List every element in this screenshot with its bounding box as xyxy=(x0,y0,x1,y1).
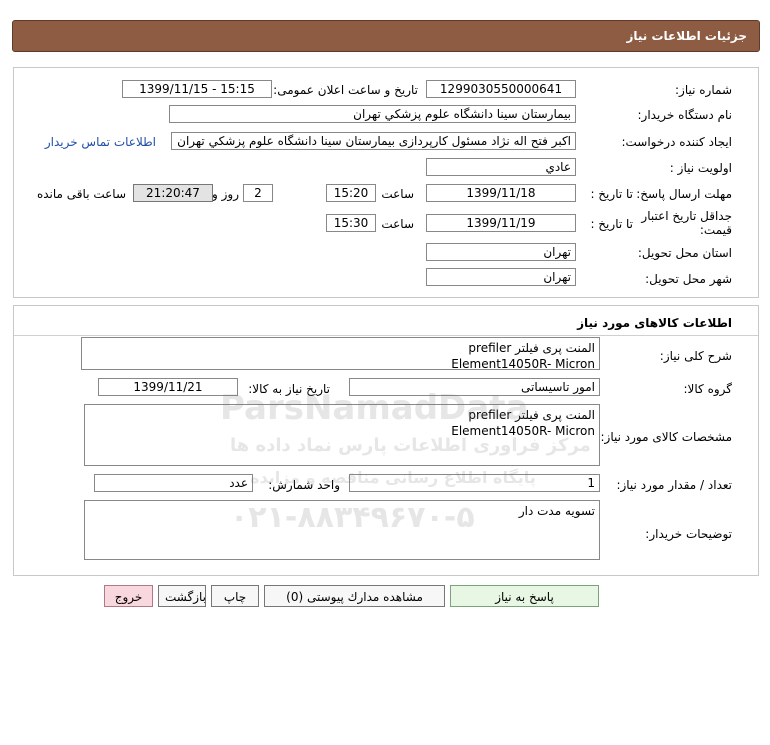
page-title: جزئيات اطلاعات نياز xyxy=(626,29,747,43)
goods-group-label: گروه كالا: xyxy=(683,382,733,396)
print-button[interactable]: چاپ xyxy=(211,585,259,607)
validity-date-field: 1399/11/19 xyxy=(426,214,576,232)
goods-specs-field: المنت پری فیلتر prefiler Element14050R- … xyxy=(84,404,600,466)
back-button[interactable]: بازگشت xyxy=(158,585,206,607)
delivery-province-label: استان محل تحويل: xyxy=(637,246,732,260)
quantity-label: تعداد / مقدار مورد نياز: xyxy=(616,478,732,492)
respond-button[interactable]: پاسخ به نياز xyxy=(450,585,599,607)
requester-label: ايجاد كننده درخواست: xyxy=(621,135,732,149)
validity-until-label: تا تاريخ : xyxy=(590,217,633,231)
need-date-label: تاريخ نياز به كالا: xyxy=(248,382,330,396)
unit-label: واحد شمارش: xyxy=(268,478,340,492)
need-number-label: شماره نياز: xyxy=(675,83,732,97)
buyer-contact-link[interactable]: اطلاعات تماس خريدار xyxy=(45,135,156,149)
exit-button[interactable]: خروج xyxy=(104,585,153,607)
validity-label-line2: قيمت: xyxy=(699,223,732,237)
view-attachments-button[interactable]: مشاهده مدارك پيوستی (0) xyxy=(264,585,445,607)
remaining-days-field: 2 xyxy=(243,184,273,202)
announce-datetime-field: 1399/11/15 - 15:15 xyxy=(122,80,272,98)
buyer-notes-label: توضيحات خريدار: xyxy=(645,527,732,541)
validity-label-line1: جداقل تاريخ اعتبار xyxy=(641,209,732,223)
goods-specs-label: مشخصات كالای مورد نياز: xyxy=(600,430,732,444)
days-and-label: روز و xyxy=(212,187,239,201)
goods-panel: اطلاعات كالاهای مورد نياز شرح كلی نياز: … xyxy=(13,305,759,576)
delivery-city-field: تهران xyxy=(426,268,576,286)
delivery-city-label: شهر محل تحويل: xyxy=(645,272,732,286)
buyer-notes-field: تسويه مدت دار xyxy=(84,500,600,560)
need-summary-label: شرح كلی نياز: xyxy=(659,349,732,363)
buyer-org-field: بيمارستان سينا دانشگاه علوم پزشكي تهران xyxy=(169,105,576,123)
deadline-date-field: 1399/11/18 xyxy=(426,184,576,202)
priority-field: عادي xyxy=(426,158,576,176)
unit-field: عدد xyxy=(94,474,253,492)
need-date-field: 1399/11/21 xyxy=(98,378,238,396)
priority-label: اولويت نياز : xyxy=(669,161,732,175)
deadline-label: مهلت ارسال پاسخ: xyxy=(636,187,732,201)
deadline-until-label: تا تاريخ : xyxy=(590,187,633,201)
page-header: جزئيات اطلاعات نياز xyxy=(12,20,760,52)
remaining-time-field: 21:20:47 xyxy=(133,184,213,202)
buyer-org-label: نام دستگاه خريدار: xyxy=(637,108,733,122)
quantity-field: 1 xyxy=(349,474,600,492)
goods-group-field: امور تاسيساتی xyxy=(349,378,600,396)
remaining-hours-label: ساعت باقی مانده xyxy=(36,187,126,201)
need-number-field: 1299030550000641 xyxy=(426,80,576,98)
need-details-panel: شماره نياز: 1299030550000641 تاريخ و ساع… xyxy=(13,67,759,298)
validity-time-label: ساعت xyxy=(381,217,414,231)
deadline-time-field: 15:20 xyxy=(326,184,376,202)
validity-time-field: 15:30 xyxy=(326,214,376,232)
section-divider xyxy=(14,335,758,336)
requester-field: اكبر فتح اله نژاد مسئول كارپردازی بيمارس… xyxy=(171,132,576,150)
need-summary-field: المنت پری فیلتر prefiler Element14050R- … xyxy=(81,337,600,370)
delivery-province-field: تهران xyxy=(426,243,576,261)
goods-section-title: اطلاعات كالاهای مورد نياز xyxy=(577,316,732,330)
deadline-time-label: ساعت xyxy=(381,187,414,201)
announce-datetime-label: تاريخ و ساعت اعلان عمومی: xyxy=(273,83,418,97)
